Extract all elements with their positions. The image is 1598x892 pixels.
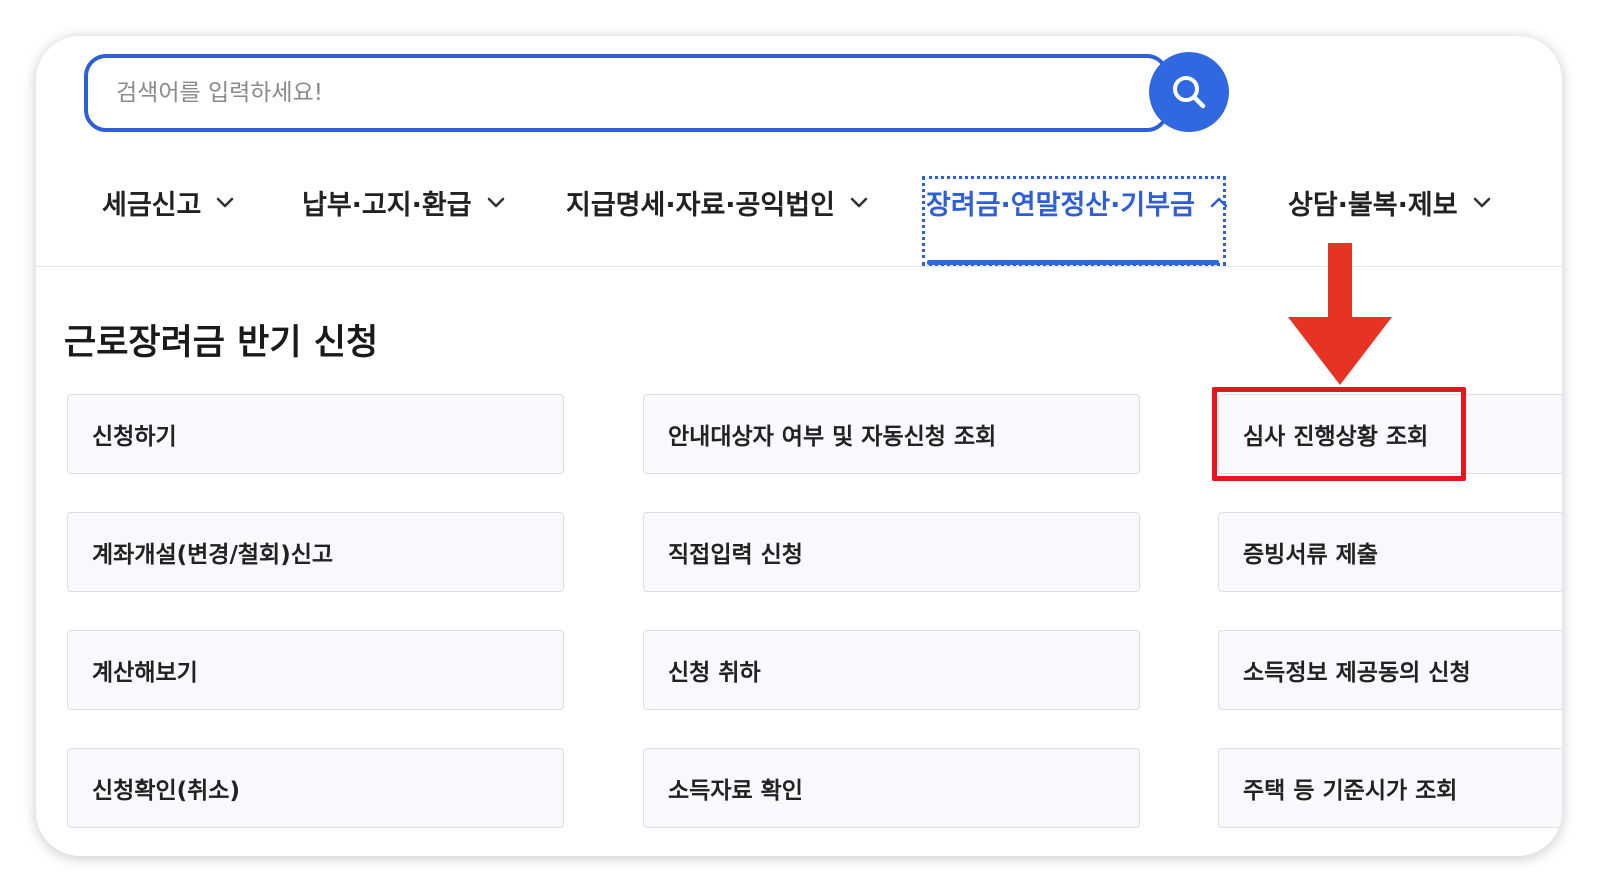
nav-item-label: 장려금·연말정산·기부금 — [926, 189, 1195, 221]
search-button[interactable] — [1149, 52, 1229, 132]
menu-item-income-consent[interactable]: 소득정보 제공동의 신청 — [1218, 630, 1562, 710]
section-title: 근로장려금 반기 신청 — [64, 323, 379, 363]
menu-item-income-data[interactable]: 소득자료 확인 — [643, 748, 1140, 828]
menu-item-review-status[interactable]: 심사 진행상황 조회 — [1218, 394, 1562, 474]
page-card: 세금신고 납부·고지·환급 지급명세·자료·공익법인 장려금·연말정산·기부금 … — [36, 36, 1562, 856]
nav-item-statements[interactable]: 지급명세·자료·공익법인 — [566, 184, 869, 221]
menu-item-eligibility-check[interactable]: 안내대상자 여부 및 자동신청 조회 — [643, 394, 1140, 474]
nav-active-indicator — [927, 260, 1219, 265]
nav-item-label: 지급명세·자료·공익법인 — [566, 189, 835, 221]
nav-item-label: 납부·고지·환급 — [302, 189, 472, 221]
nav-item-payment[interactable]: 납부·고지·환급 — [302, 184, 506, 221]
nav-item-label: 상담·불복·제보 — [1288, 189, 1458, 221]
nav-item-incentives[interactable]: 장려금·연말정산·기부금 — [926, 184, 1229, 221]
nav-item-label: 세금신고 — [102, 189, 202, 221]
menu-item-calculator[interactable]: 계산해보기 — [67, 630, 564, 710]
nav-item-tax-filing[interactable]: 세금신고 — [102, 184, 235, 221]
menu-item-withdraw-application[interactable]: 신청 취하 — [643, 630, 1140, 710]
search-box[interactable] — [84, 54, 1169, 132]
search-input[interactable] — [116, 58, 1145, 128]
chevron-down-icon — [215, 195, 235, 209]
nav-item-consultation[interactable]: 상담·불복·제보 — [1288, 184, 1492, 221]
menu-item-account-report[interactable]: 계좌개설(변경/철회)신고 — [67, 512, 564, 592]
arrow-down-icon — [1288, 243, 1392, 385]
menu-item-application-check[interactable]: 신청확인(취소) — [67, 748, 564, 828]
chevron-down-icon — [1472, 195, 1492, 209]
menu-item-submit-documents[interactable]: 증빙서류 제출 — [1218, 512, 1562, 592]
menu-item-apply[interactable]: 신청하기 — [67, 394, 564, 474]
nav-divider — [36, 266, 1562, 267]
chevron-down-icon — [849, 195, 869, 209]
chevron-down-icon — [486, 195, 506, 209]
search-icon — [1173, 76, 1206, 109]
chevron-up-icon — [1209, 195, 1229, 209]
menu-item-housing-price[interactable]: 주택 등 기준시가 조회 — [1218, 748, 1562, 828]
menu-item-direct-input[interactable]: 직접입력 신청 — [643, 512, 1140, 592]
